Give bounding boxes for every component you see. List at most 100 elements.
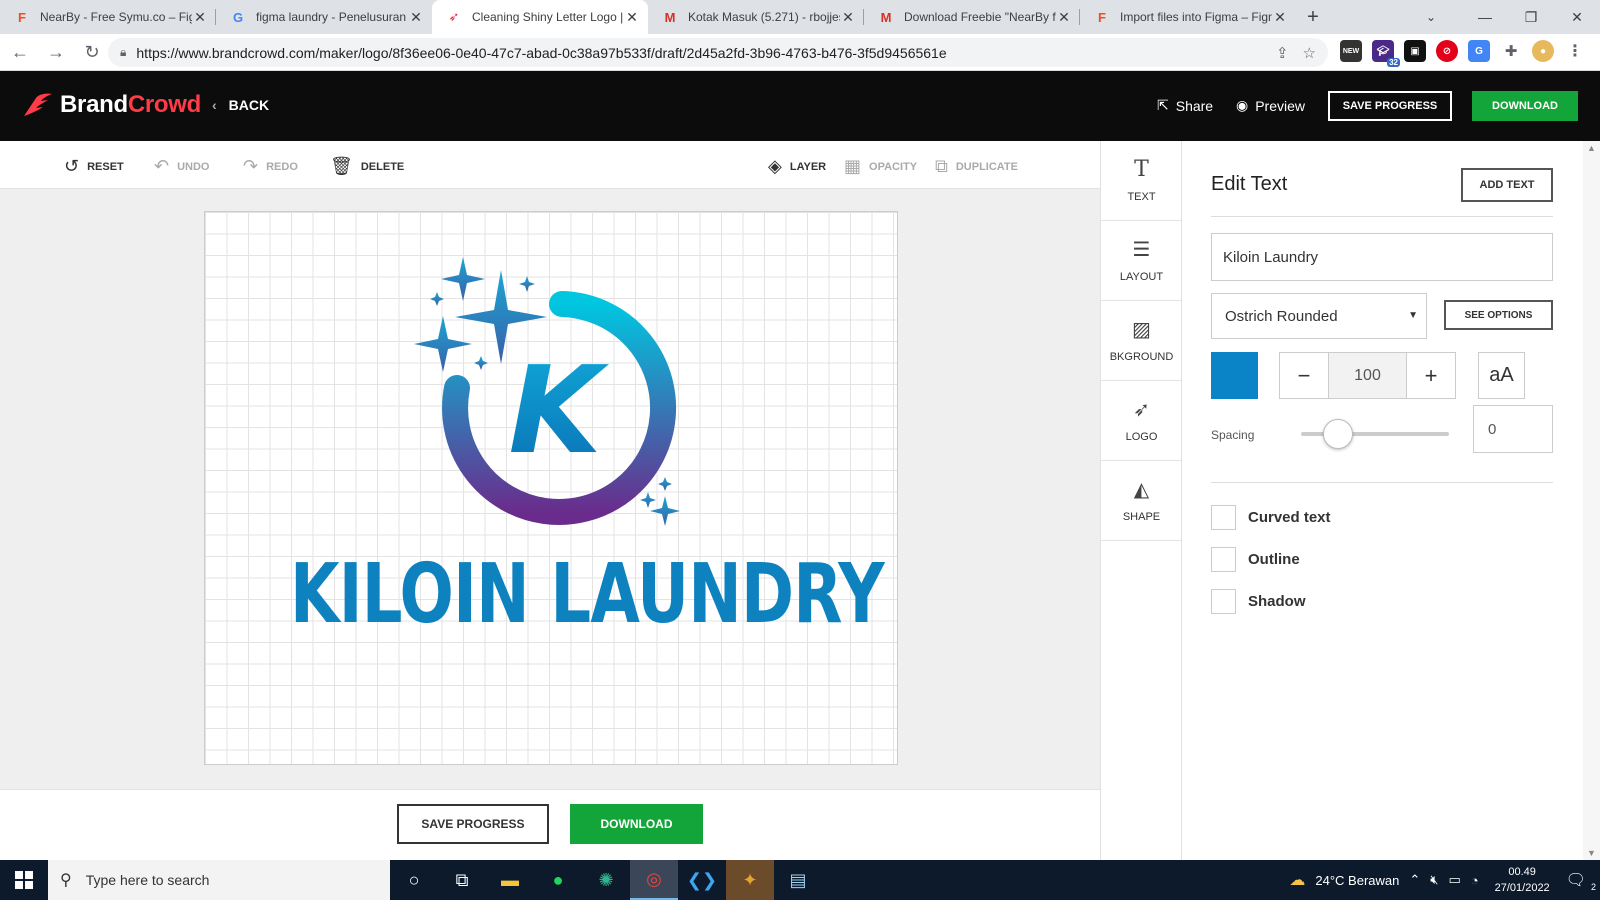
bottom-action-bar: SAVE PROGRESS DOWNLOAD: [0, 789, 1100, 860]
tab-title: Cleaning Shiny Letter Logo | B: [472, 10, 624, 24]
brandcrowd-icon: ➶: [448, 9, 460, 24]
increase-size-button[interactable]: +: [1407, 353, 1455, 398]
minimize-icon[interactable]: —: [1462, 0, 1508, 34]
download-button-bottom[interactable]: DOWNLOAD: [570, 804, 703, 844]
vscode-icon[interactable]: ❮❯: [678, 860, 726, 900]
shadow-checkbox[interactable]: Shadow: [1211, 589, 1306, 614]
browser-tab[interactable]: M Download Freebie "NearBy fr ✕: [864, 0, 1080, 34]
tool-text[interactable]: T TEXT: [1101, 141, 1182, 221]
save-progress-button-bottom[interactable]: SAVE PROGRESS: [397, 804, 549, 844]
brandcrowd-logo[interactable]: Brand Crowd: [22, 91, 201, 119]
gmail-icon: M: [664, 9, 676, 25]
redo-button[interactable]: ↷ REDO: [243, 156, 298, 177]
slider-knob[interactable]: [1323, 419, 1353, 449]
new-tab-button[interactable]: +: [1296, 0, 1330, 34]
windows-start-button[interactable]: [0, 860, 48, 900]
puzzle-extensions-icon[interactable]: ✚: [1500, 40, 1522, 62]
chatgpt-icon[interactable]: ✺: [582, 860, 630, 900]
add-text-button[interactable]: ADD TEXT: [1461, 168, 1553, 202]
profile-avatar[interactable]: ●: [1532, 40, 1554, 62]
undo-button[interactable]: ↶ UNDO: [154, 156, 209, 177]
bookmark-star-icon[interactable]: ☆: [1303, 44, 1316, 62]
kebab-menu-icon[interactable]: ⋮: [1564, 40, 1586, 62]
decrease-size-button[interactable]: −: [1280, 353, 1328, 398]
preview-link[interactable]: ◉ Preview: [1236, 97, 1305, 114]
text-case-button[interactable]: aA: [1478, 352, 1525, 399]
notepad-icon[interactable]: ▤: [774, 860, 822, 900]
browser-tab[interactable]: F Import files into Figma – Figm ✕: [1080, 0, 1296, 34]
photoshop-app-icon[interactable]: ✦: [726, 860, 774, 900]
adblock-extension-icon[interactable]: ⊘: [1436, 40, 1458, 62]
close-icon[interactable]: ✕: [840, 9, 856, 26]
taskbar-search[interactable]: ⚲ Type here to search: [48, 860, 390, 900]
tool-logo[interactable]: ➶ LOGO: [1101, 381, 1182, 461]
redo-icon: ↷: [243, 156, 259, 176]
checkbox[interactable]: [1211, 589, 1236, 614]
curved-text-checkbox[interactable]: Curved text: [1211, 505, 1331, 530]
translate-extension-icon[interactable]: G: [1468, 40, 1490, 62]
file-explorer-icon[interactable]: ▬: [486, 860, 534, 900]
close-icon[interactable]: ✕: [192, 9, 208, 26]
back-link[interactable]: ‹ BACK: [212, 97, 269, 113]
browser-tab[interactable]: M Kotak Masuk (5.271) - rbojjes ✕: [648, 0, 864, 34]
tab-search-icon[interactable]: ⌄: [1414, 0, 1448, 34]
opacity-button[interactable]: ▦ OPACITY: [844, 156, 917, 177]
graduation-extension-icon[interactable]: 🎓︎ 32: [1372, 40, 1400, 67]
back-arrow-icon[interactable]: ←: [4, 36, 36, 68]
url-field[interactable]: 🔒︎ https://www.brandcrowd.com/maker/logo…: [108, 38, 1328, 67]
logo-text[interactable]: KILOIN LAUNDRY: [290, 547, 885, 642]
font-size-value[interactable]: 100: [1328, 353, 1407, 398]
share-link[interactable]: ⇱ Share: [1157, 97, 1213, 114]
weather-text[interactable]: 24°C Berawan: [1315, 873, 1399, 888]
duplicate-button[interactable]: ⧉ DUPLICATE: [935, 156, 1018, 177]
browser-tab-active[interactable]: ➶ Cleaning Shiny Letter Logo | B ✕: [432, 0, 648, 34]
new-extension-icon[interactable]: NEW: [1340, 40, 1362, 62]
checkbox[interactable]: [1211, 505, 1236, 530]
wifi-icon[interactable]: ◔: [1471, 873, 1479, 888]
restore-icon[interactable]: ❐: [1508, 0, 1554, 34]
wallet-extension-icon[interactable]: ▣: [1404, 40, 1426, 62]
close-window-icon[interactable]: ✕: [1554, 0, 1600, 34]
battery-icon[interactable]: ▭: [1448, 872, 1460, 888]
design-canvas[interactable]: K KILOIN LAUNDRY: [204, 211, 898, 765]
close-icon[interactable]: ✕: [624, 9, 640, 26]
text-content-input[interactable]: Kiloin Laundry: [1211, 233, 1553, 281]
save-progress-button[interactable]: SAVE PROGRESS: [1328, 91, 1452, 121]
spotify-icon[interactable]: ●: [534, 860, 582, 900]
font-size-stepper: − 100 +: [1279, 352, 1456, 399]
spacing-input[interactable]: 0: [1473, 405, 1553, 453]
speaker-muted-icon[interactable]: 🔇︎: [1430, 872, 1438, 888]
tool-background[interactable]: ▨ BKGROUND: [1101, 301, 1182, 381]
checkbox[interactable]: [1211, 547, 1236, 572]
close-icon[interactable]: ✕: [1272, 9, 1288, 26]
close-icon[interactable]: ✕: [1056, 9, 1072, 26]
forward-arrow-icon[interactable]: →: [40, 36, 72, 68]
preview-label: Preview: [1255, 97, 1306, 114]
task-view-icon[interactable]: ⧉: [438, 860, 486, 900]
panel-scrollbar[interactable]: ▲ ▼: [1583, 141, 1600, 860]
browser-tab[interactable]: G figma laundry - Penelusuran G ✕: [216, 0, 432, 34]
share-page-icon[interactable]: ⇪: [1276, 44, 1289, 62]
clock[interactable]: 00.49 27/01/2022: [1489, 864, 1556, 896]
reload-icon[interactable]: ↻: [76, 36, 108, 68]
tool-layout[interactable]: ☰ LAYOUT: [1101, 221, 1182, 301]
cortana-icon[interactable]: ○: [390, 860, 438, 900]
scroll-up-icon[interactable]: ▲: [1587, 143, 1596, 153]
spacing-slider[interactable]: [1301, 419, 1449, 449]
reset-button[interactable]: ↺ RESET: [64, 156, 124, 177]
font-select[interactable]: Ostrich Rounded ▼: [1211, 293, 1427, 339]
notification-icon[interactable]: 🗨︎ 2: [1566, 870, 1600, 892]
text-color-swatch[interactable]: [1211, 352, 1258, 399]
see-options-button[interactable]: SEE OPTIONS: [1444, 300, 1553, 330]
outline-checkbox[interactable]: Outline: [1211, 547, 1300, 572]
close-icon[interactable]: ✕: [408, 9, 424, 26]
download-button[interactable]: DOWNLOAD: [1472, 91, 1578, 121]
layer-button[interactable]: ◈ LAYER: [768, 156, 826, 177]
chevron-up-icon[interactable]: ⌃: [1409, 872, 1420, 888]
scroll-down-icon[interactable]: ▼: [1587, 848, 1596, 858]
chrome-icon[interactable]: ◎: [630, 860, 678, 900]
tool-shape[interactable]: ◭ SHAPE: [1101, 461, 1182, 541]
delete-button[interactable]: 🗑︎ DELETE: [330, 156, 404, 177]
logo-mark[interactable]: K: [205, 212, 899, 766]
browser-tab[interactable]: F NearBy - Free Symu.co – Figm ✕: [0, 0, 216, 34]
